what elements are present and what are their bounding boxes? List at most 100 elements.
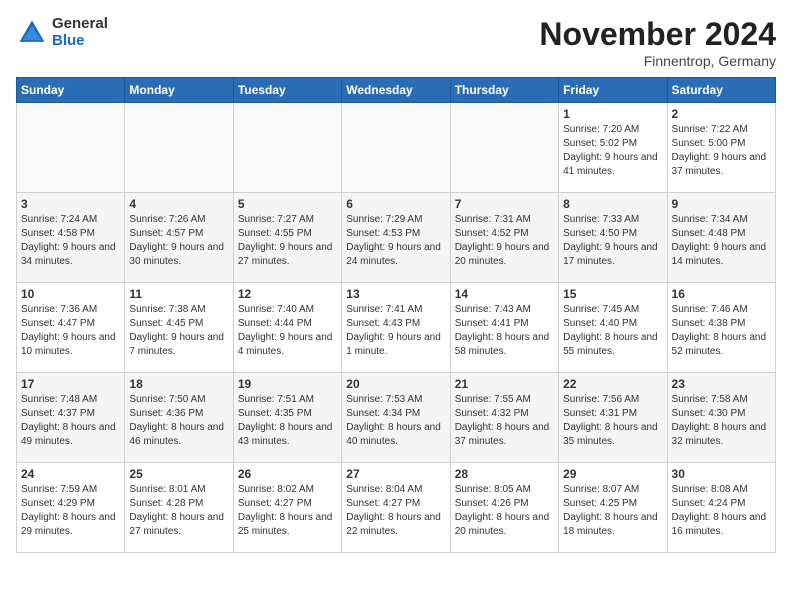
col-header-saturday: Saturday — [667, 78, 775, 103]
day-number: 19 — [238, 377, 337, 391]
day-info: Sunrise: 7:31 AM Sunset: 4:52 PM Dayligh… — [455, 213, 554, 269]
day-number: 29 — [563, 467, 662, 481]
calendar-cell — [125, 103, 233, 193]
logo-icon — [16, 17, 48, 49]
calendar-cell: 8 Sunrise: 7:33 AM Sunset: 4:50 PM Daylig… — [559, 193, 667, 283]
day-number: 18 — [129, 377, 228, 391]
day-info: Sunrise: 7:26 AM Sunset: 4:57 PM Dayligh… — [129, 213, 228, 269]
day-info: Sunrise: 7:51 AM Sunset: 4:35 PM Dayligh… — [238, 393, 337, 449]
day-info: Sunrise: 7:50 AM Sunset: 4:36 PM Dayligh… — [129, 393, 228, 449]
calendar-cell: 5 Sunrise: 7:27 AM Sunset: 4:55 PM Daylig… — [233, 193, 341, 283]
day-info: Sunrise: 7:40 AM Sunset: 4:44 PM Dayligh… — [238, 303, 337, 359]
calendar-cell: 16Sunrise: 7:46 AM Sunset: 4:38 PM Dayli… — [667, 283, 775, 373]
day-info: Sunrise: 7:34 AM Sunset: 4:48 PM Dayligh… — [672, 213, 771, 269]
day-number: 27 — [346, 467, 445, 481]
day-number: 20 — [346, 377, 445, 391]
day-info: Sunrise: 7:45 AM Sunset: 4:40 PM Dayligh… — [563, 303, 662, 359]
day-number: 15 — [563, 287, 662, 301]
day-number: 26 — [238, 467, 337, 481]
calendar-cell: 26Sunrise: 8:02 AM Sunset: 4:27 PM Dayli… — [233, 463, 341, 553]
location: Finnentrop, Germany — [539, 53, 776, 69]
day-number: 22 — [563, 377, 662, 391]
calendar-cell: 21 Sunrise: 7:55 AM Sunset: 4:32 PM Dayli… — [450, 373, 558, 463]
day-info: Sunrise: 8:05 AM Sunset: 4:26 PM Dayligh… — [455, 483, 554, 539]
calendar-cell: 13 Sunrise: 7:41 AM Sunset: 4:43 PM Dayli… — [342, 283, 450, 373]
day-number: 28 — [455, 467, 554, 481]
day-number: 8 — [563, 197, 662, 211]
calendar-cell: 30 Sunrise: 8:08 AM Sunset: 4:24 PM Dayli… — [667, 463, 775, 553]
day-info: Sunrise: 7:59 AM Sunset: 4:29 PM Dayligh… — [21, 483, 120, 539]
day-number: 12 — [238, 287, 337, 301]
day-number: 17 — [21, 377, 120, 391]
day-info: Sunrise: 8:08 AM Sunset: 4:24 PM Dayligh… — [672, 483, 771, 539]
day-number: 9 — [672, 197, 771, 211]
day-info: Sunrise: 7:22 AM Sunset: 5:00 PM Dayligh… — [672, 123, 771, 179]
calendar-cell: 12 Sunrise: 7:40 AM Sunset: 4:44 PM Dayli… — [233, 283, 341, 373]
day-info: Sunrise: 7:20 AM Sunset: 5:02 PM Dayligh… — [563, 123, 662, 179]
calendar-cell: 29 Sunrise: 8:07 AM Sunset: 4:25 PM Dayli… — [559, 463, 667, 553]
logo: General Blue — [16, 16, 108, 49]
day-info: Sunrise: 8:04 AM Sunset: 4:27 PM Dayligh… — [346, 483, 445, 539]
calendar-cell: 23Sunrise: 7:58 AM Sunset: 4:30 PM Dayli… — [667, 373, 775, 463]
calendar-cell: 18 Sunrise: 7:50 AM Sunset: 4:36 PM Dayli… — [125, 373, 233, 463]
week-row-5: 24 Sunrise: 7:59 AM Sunset: 4:29 PM Dayli… — [17, 463, 776, 553]
week-row-3: 10 Sunrise: 7:36 AM Sunset: 4:47 PM Dayli… — [17, 283, 776, 373]
week-row-1: 1Sunrise: 7:20 AM Sunset: 5:02 PM Daylig… — [17, 103, 776, 193]
week-row-2: 3 Sunrise: 7:24 AM Sunset: 4:58 PM Daylig… — [17, 193, 776, 283]
calendar-cell: 10 Sunrise: 7:36 AM Sunset: 4:47 PM Dayli… — [17, 283, 125, 373]
calendar-cell: 27 Sunrise: 8:04 AM Sunset: 4:27 PM Dayli… — [342, 463, 450, 553]
day-info: Sunrise: 7:38 AM Sunset: 4:45 PM Dayligh… — [129, 303, 228, 359]
day-info: Sunrise: 7:24 AM Sunset: 4:58 PM Dayligh… — [21, 213, 120, 269]
day-info: Sunrise: 7:36 AM Sunset: 4:47 PM Dayligh… — [21, 303, 120, 359]
col-header-wednesday: Wednesday — [342, 78, 450, 103]
calendar-cell — [342, 103, 450, 193]
day-number: 14 — [455, 287, 554, 301]
day-number: 4 — [129, 197, 228, 211]
calendar-cell: 11 Sunrise: 7:38 AM Sunset: 4:45 PM Dayli… — [125, 283, 233, 373]
week-row-4: 17Sunrise: 7:48 AM Sunset: 4:37 PM Dayli… — [17, 373, 776, 463]
day-number: 30 — [672, 467, 771, 481]
calendar-cell: 25Sunrise: 8:01 AM Sunset: 4:28 PM Dayli… — [125, 463, 233, 553]
day-number: 25 — [129, 467, 228, 481]
day-info: Sunrise: 7:33 AM Sunset: 4:50 PM Dayligh… — [563, 213, 662, 269]
title-block: November 2024 Finnentrop, Germany — [539, 16, 776, 69]
day-number: 3 — [21, 197, 120, 211]
calendar-cell: 28 Sunrise: 8:05 AM Sunset: 4:26 PM Dayli… — [450, 463, 558, 553]
calendar-cell: 15 Sunrise: 7:45 AM Sunset: 4:40 PM Dayli… — [559, 283, 667, 373]
day-info: Sunrise: 7:27 AM Sunset: 4:55 PM Dayligh… — [238, 213, 337, 269]
day-number: 5 — [238, 197, 337, 211]
day-number: 11 — [129, 287, 228, 301]
calendar-header-row: SundayMondayTuesdayWednesdayThursdayFrid… — [17, 78, 776, 103]
col-header-monday: Monday — [125, 78, 233, 103]
day-info: Sunrise: 7:58 AM Sunset: 4:30 PM Dayligh… — [672, 393, 771, 449]
calendar-cell: 17Sunrise: 7:48 AM Sunset: 4:37 PM Dayli… — [17, 373, 125, 463]
day-info: Sunrise: 7:29 AM Sunset: 4:53 PM Dayligh… — [346, 213, 445, 269]
day-number: 2 — [672, 107, 771, 121]
calendar-cell: 2 Sunrise: 7:22 AM Sunset: 5:00 PM Daylig… — [667, 103, 775, 193]
day-info: Sunrise: 7:56 AM Sunset: 4:31 PM Dayligh… — [563, 393, 662, 449]
calendar-cell: 22 Sunrise: 7:56 AM Sunset: 4:31 PM Dayli… — [559, 373, 667, 463]
calendar-cell — [17, 103, 125, 193]
day-number: 21 — [455, 377, 554, 391]
calendar-cell: 4 Sunrise: 7:26 AM Sunset: 4:57 PM Daylig… — [125, 193, 233, 283]
day-info: Sunrise: 8:07 AM Sunset: 4:25 PM Dayligh… — [563, 483, 662, 539]
calendar-cell — [233, 103, 341, 193]
day-info: Sunrise: 7:43 AM Sunset: 4:41 PM Dayligh… — [455, 303, 554, 359]
calendar-cell: 14 Sunrise: 7:43 AM Sunset: 4:41 PM Dayli… — [450, 283, 558, 373]
logo-general: General — [52, 16, 108, 33]
day-number: 10 — [21, 287, 120, 301]
logo-blue: Blue — [52, 33, 108, 50]
day-number: 13 — [346, 287, 445, 301]
day-number: 24 — [21, 467, 120, 481]
calendar-cell: 24 Sunrise: 7:59 AM Sunset: 4:29 PM Dayli… — [17, 463, 125, 553]
calendar-table: SundayMondayTuesdayWednesdayThursdayFrid… — [16, 77, 776, 553]
day-info: Sunrise: 7:41 AM Sunset: 4:43 PM Dayligh… — [346, 303, 445, 359]
logo-text: General Blue — [52, 16, 108, 49]
page-header: General Blue November 2024 Finnentrop, G… — [16, 16, 776, 69]
calendar-cell: 20Sunrise: 7:53 AM Sunset: 4:34 PM Dayli… — [342, 373, 450, 463]
calendar-cell: 6 Sunrise: 7:29 AM Sunset: 4:53 PM Daylig… — [342, 193, 450, 283]
day-number: 6 — [346, 197, 445, 211]
day-info: Sunrise: 7:55 AM Sunset: 4:32 PM Dayligh… — [455, 393, 554, 449]
calendar-cell: 19 Sunrise: 7:51 AM Sunset: 4:35 PM Dayli… — [233, 373, 341, 463]
day-number: 7 — [455, 197, 554, 211]
